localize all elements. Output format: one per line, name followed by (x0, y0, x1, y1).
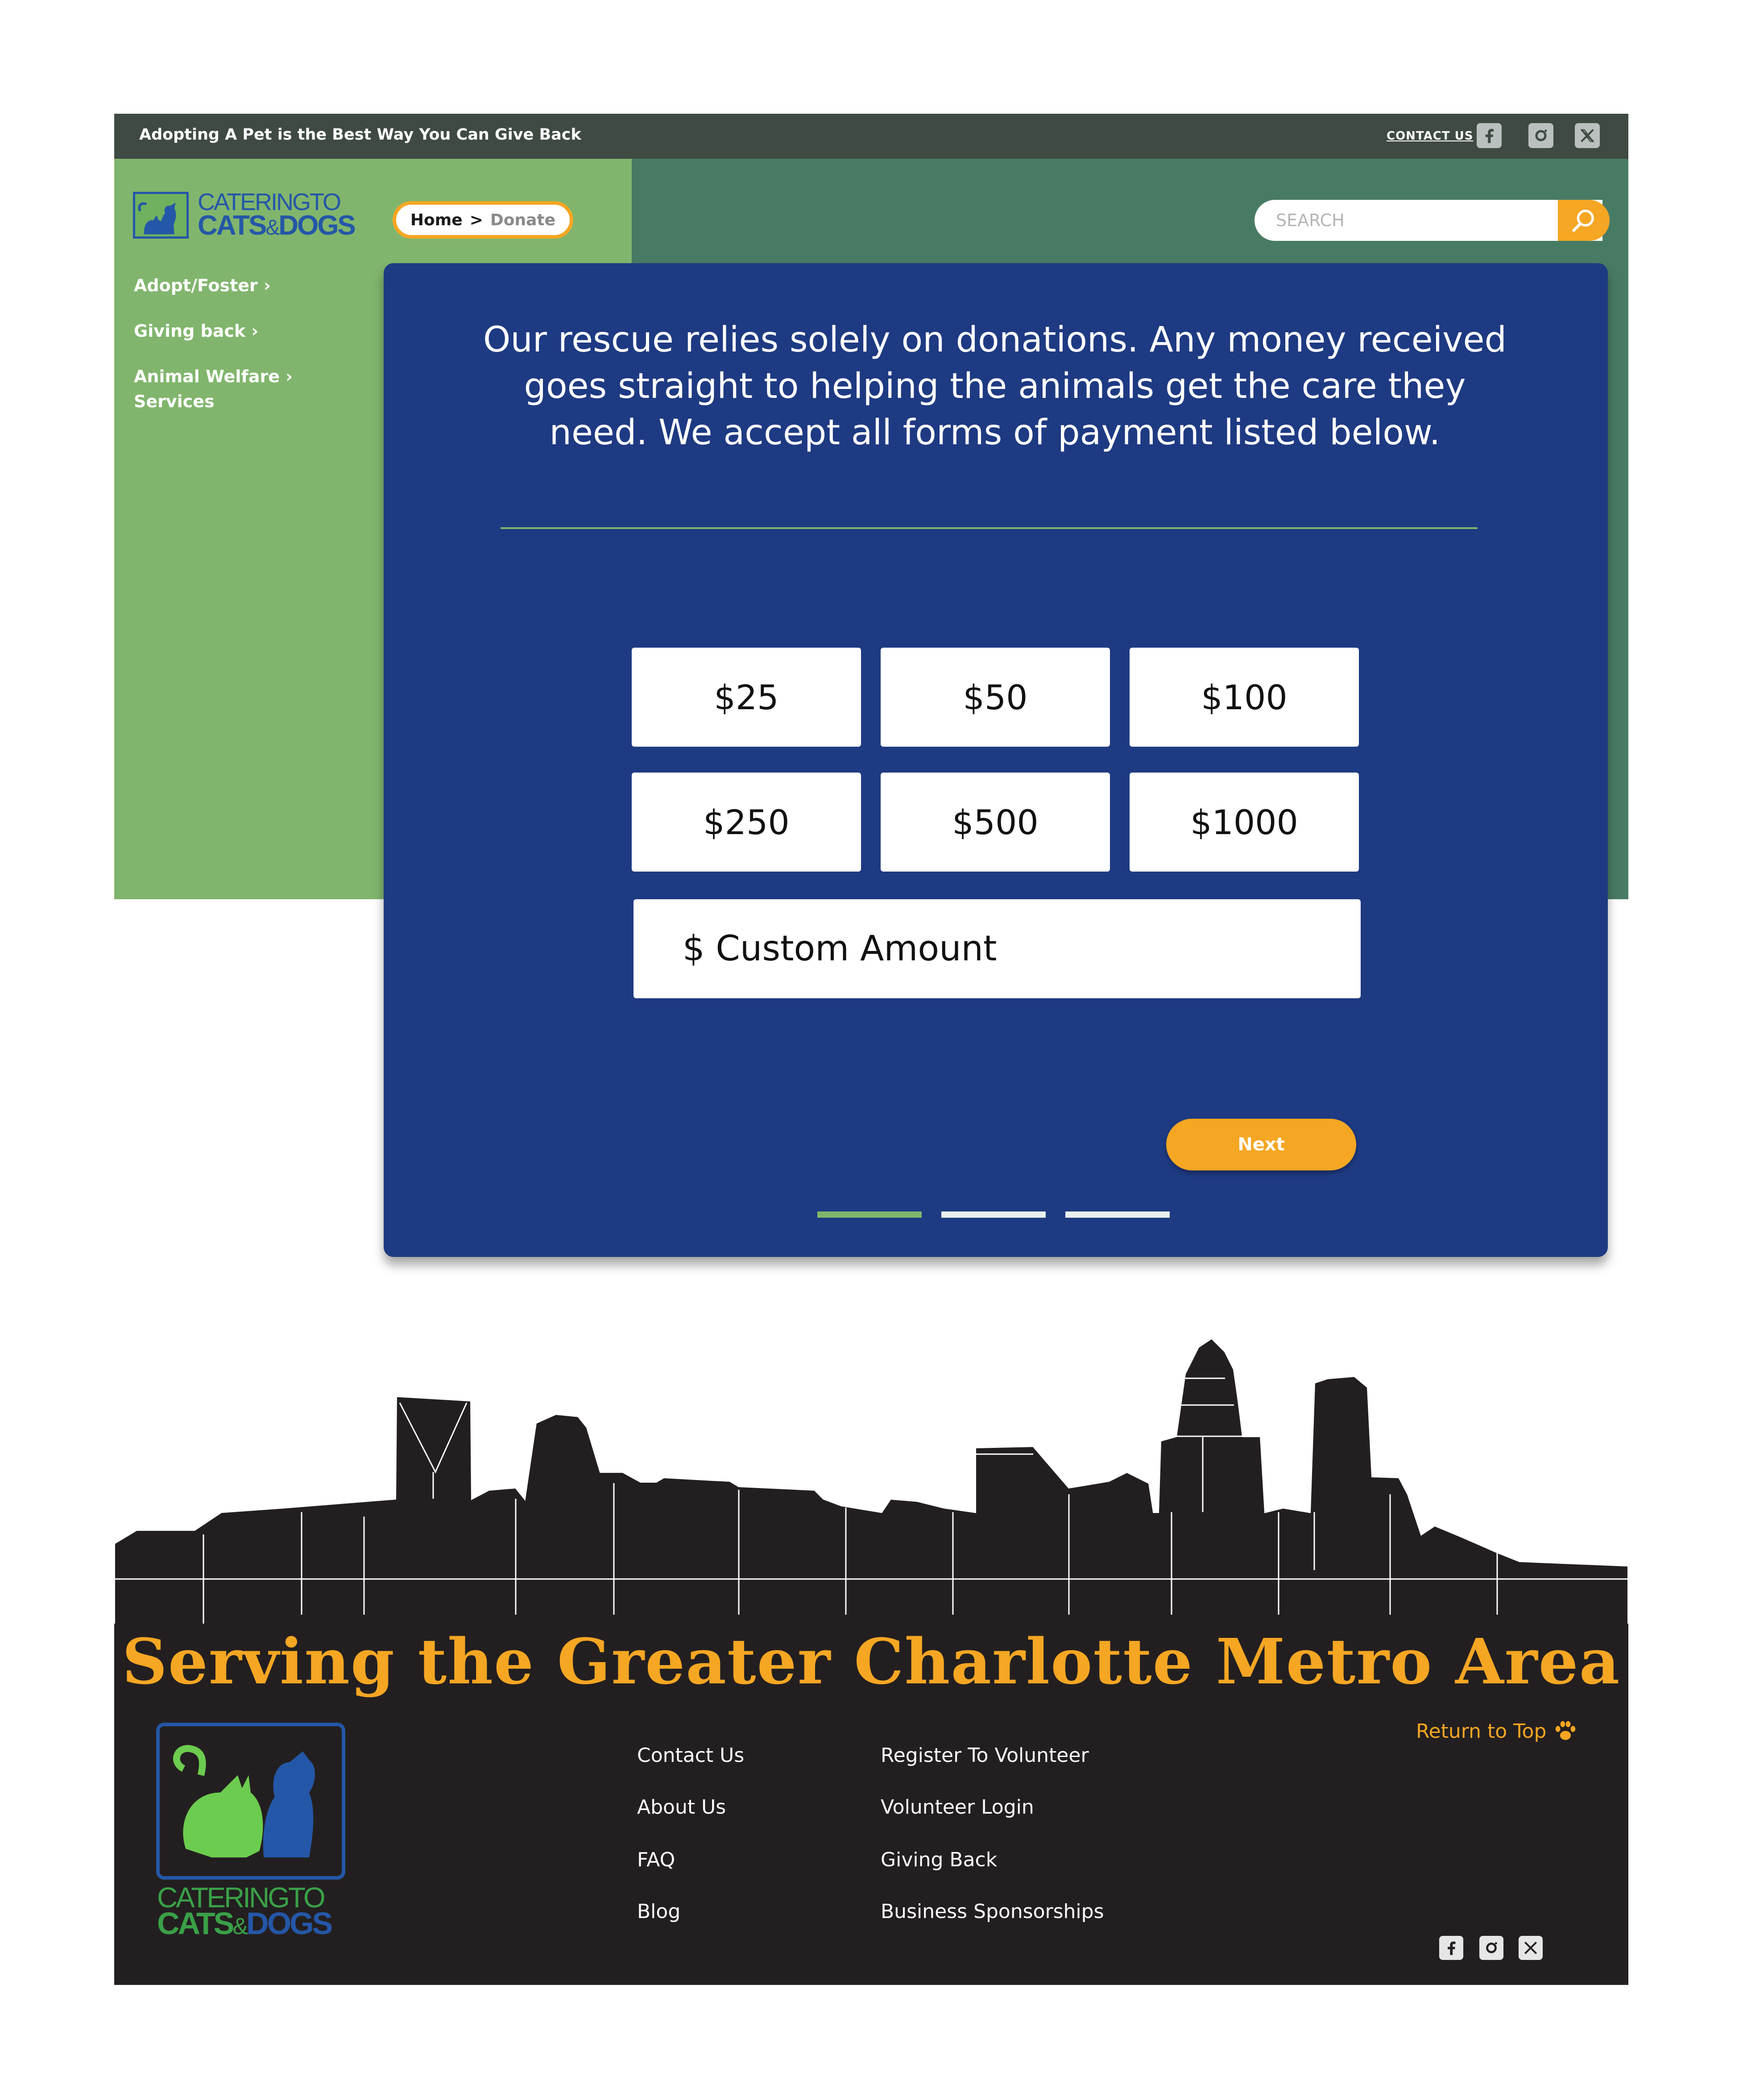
chevron-right-icon: › (251, 321, 259, 341)
instagram-icon[interactable] (1479, 1936, 1503, 1960)
footer-link-business-sponsorships[interactable]: Business Sponsorships (881, 1900, 1104, 1923)
footer-link-giving-back[interactable]: Giving Back (881, 1848, 997, 1871)
footer-link-register-volunteer[interactable]: Register To Volunteer (881, 1744, 1089, 1767)
search-icon (1572, 210, 1594, 232)
breadcrumb-separator: > (469, 211, 483, 229)
divider (501, 527, 1478, 529)
breadcrumb-home[interactable]: Home (410, 211, 463, 229)
logo-pets-icon (133, 192, 189, 239)
paw-icon (1556, 1721, 1576, 1740)
contact-us-link[interactable]: CONTACT US (1387, 129, 1474, 143)
x-icon[interactable] (1519, 1936, 1543, 1960)
chevron-right-icon: › (286, 367, 293, 386)
breadcrumb-current: Donate (490, 211, 556, 229)
step-indicator-2 (941, 1211, 1046, 1218)
custom-amount-input[interactable]: $ Custom Amount (633, 899, 1361, 998)
instagram-icon[interactable] (1528, 123, 1553, 148)
logo-pets-icon (156, 1723, 345, 1880)
facebook-icon[interactable] (1477, 123, 1502, 148)
amount-button-250[interactable]: $250 (632, 773, 861, 872)
top-bar-tagline: Adopting A Pet is the Best Way You Can G… (139, 126, 581, 144)
site-logo[interactable]: CATERINGTO CATS&DOGS (133, 190, 365, 241)
x-icon[interactable] (1575, 123, 1600, 148)
step-indicator-1 (817, 1211, 922, 1218)
footer-headline: Serving the Greater Charlotte Metro Area (122, 1625, 1621, 1699)
amount-button-50[interactable]: $50 (881, 648, 1110, 747)
search-button[interactable] (1558, 200, 1610, 241)
nav-item-adopt-foster[interactable]: Adopt/Foster › (134, 273, 271, 298)
return-to-top-link[interactable]: Return to Top (1416, 1718, 1578, 1744)
charlotte-skyline-illustration (114, 1337, 1628, 1628)
facebook-icon[interactable] (1439, 1936, 1463, 1960)
footer-logo[interactable]: CATERINGTO CATS&DOGS (156, 1723, 352, 1939)
amount-button-25[interactable]: $25 (632, 648, 861, 747)
next-button[interactable]: Next (1166, 1119, 1356, 1170)
search-input[interactable] (1254, 200, 1602, 241)
step-indicator-3 (1065, 1211, 1170, 1218)
footer-link-volunteer-login[interactable]: Volunteer Login (881, 1796, 1034, 1819)
logo-text-line2: CATS&DOGS (198, 210, 356, 241)
nav-item-animal-welfare[interactable]: Animal Welfare › Services (134, 364, 293, 414)
footer-link-faq[interactable]: FAQ (637, 1848, 675, 1871)
chevron-right-icon: › (264, 276, 271, 295)
amount-button-500[interactable]: $500 (881, 773, 1110, 872)
footer-link-blog[interactable]: Blog (637, 1900, 680, 1923)
footer-link-about-us[interactable]: About Us (637, 1796, 726, 1819)
footer-link-contact-us[interactable]: Contact Us (637, 1744, 744, 1767)
nav-item-giving-back[interactable]: Giving back › (134, 318, 258, 343)
donation-intro-text: Our rescue relies solely on donations. A… (483, 320, 1507, 453)
breadcrumb: Home > Donate (393, 201, 573, 239)
footer-logo-text-line2: CATS&DOGS (157, 1906, 333, 1941)
amount-button-100[interactable]: $100 (1130, 648, 1359, 747)
amount-button-1000[interactable]: $1000 (1130, 773, 1359, 872)
